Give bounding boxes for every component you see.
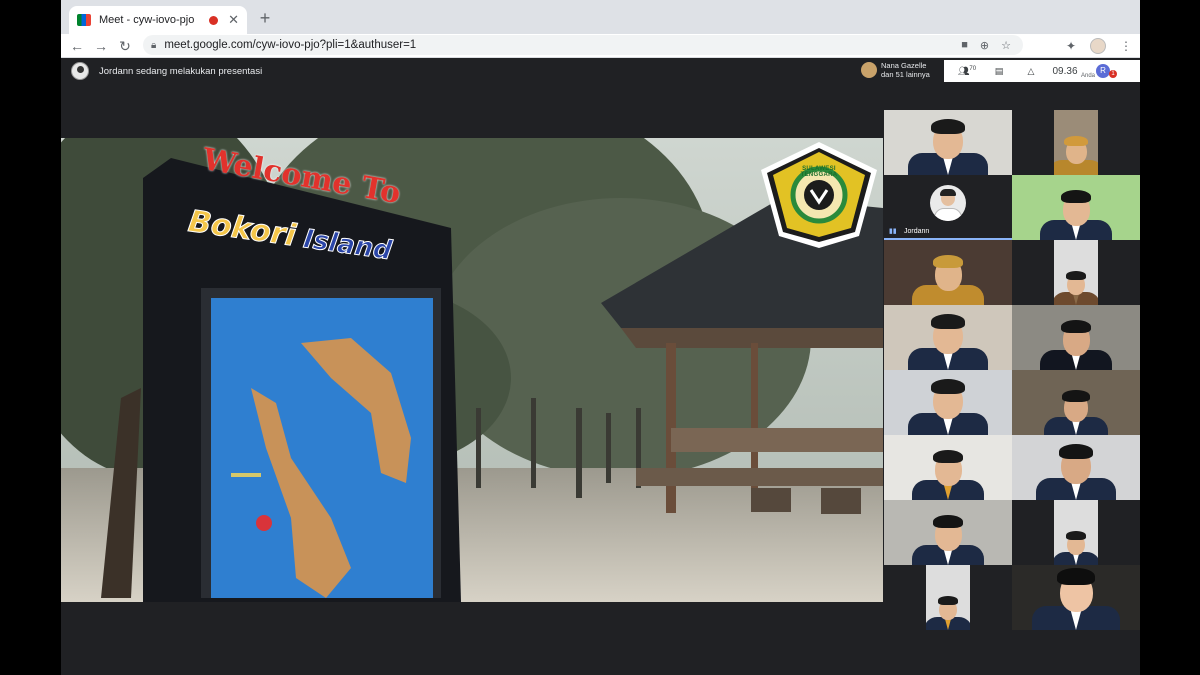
presenter-text: Jordann sedang melakukan presentasi — [99, 65, 263, 77]
participant-avatar — [930, 185, 966, 221]
recording-indicator-icon — [209, 15, 219, 25]
browser-window: Meet - cyw-iovo-pjo ✕ + ← → ↻ 🔒︎ meet.go… — [61, 0, 1140, 675]
participant-tile[interactable] — [1012, 175, 1140, 240]
tab-strip: Meet - cyw-iovo-pjo ✕ + — [61, 0, 1140, 34]
people-count: 70 — [969, 65, 977, 72]
map-label-bar — [231, 473, 261, 477]
participant-tile[interactable] — [1012, 435, 1140, 500]
people-icon: 👥︎ — [957, 65, 970, 76]
gazebo-bench — [636, 468, 883, 486]
participant-tile[interactable] — [884, 565, 1012, 630]
meet-header: Jordann sedang melakukan presentasi Nana… — [61, 58, 1140, 84]
participant-tile[interactable] — [884, 110, 1012, 175]
menu-icon[interactable]: ⋮ — [1120, 39, 1132, 53]
gazebo-block — [821, 488, 861, 514]
trunk — [531, 398, 536, 488]
people-button[interactable]: 👥︎70 — [954, 66, 980, 77]
participant-tile[interactable] — [1012, 305, 1140, 370]
participant-tile[interactable] — [1012, 565, 1140, 630]
gazebo-block — [751, 488, 791, 512]
lock-icon: 🔒︎ — [151, 39, 157, 51]
trunk — [576, 408, 582, 498]
participant-tile[interactable] — [1012, 110, 1140, 175]
trunk — [476, 408, 481, 488]
notification-badge: 1 — [1109, 70, 1117, 78]
logo-shield-icon — [761, 142, 877, 248]
presenter-info: Jordann sedang melakukan presentasi — [71, 62, 262, 80]
toolbar-right: ✦ ⋮ — [1052, 34, 1132, 58]
url-text[interactable]: meet.google.com/cyw-iovo-pjo?pli=1&authu… — [164, 39, 961, 51]
chat-button[interactable]: ▤ — [986, 66, 1012, 77]
presenter-avatar — [71, 62, 89, 80]
screen: Meet - cyw-iovo-pjo ✕ + ← → ↻ 🔒︎ meet.go… — [0, 0, 1200, 675]
joined-avatar — [861, 62, 877, 78]
you-button[interactable]: Anda R 1 — [1081, 64, 1117, 79]
camera-icon[interactable]: ■ — [961, 39, 968, 51]
you-avatar: R — [1096, 64, 1110, 78]
joined-text: Nana Gazelle dan 51 lainnya — [881, 61, 930, 79]
back-arrow-icon[interactable]: ← — [65, 35, 89, 57]
browser-toolbar: ← → ↻ 🔒︎ meet.google.com/cyw-iovo-pjo?pl… — [61, 34, 1140, 58]
zoom-icon[interactable]: ⊕ — [980, 39, 989, 52]
participant-tile[interactable] — [884, 370, 1012, 435]
you-label: Anda — [1081, 73, 1096, 79]
participant-tile[interactable] — [884, 500, 1012, 565]
participant-tile[interactable] — [884, 240, 1012, 305]
trunk — [606, 413, 611, 483]
participant-tile[interactable] — [1012, 370, 1140, 435]
tab-title: Meet - cyw-iovo-pjo — [99, 14, 195, 26]
participant-tile[interactable]: ▮▮ Jordann — [884, 175, 1012, 240]
joined-others: dan 51 lainnya — [881, 70, 930, 79]
close-tab-icon[interactable]: ✕ — [228, 12, 239, 28]
participant-video — [1054, 500, 1098, 565]
meet-controls: 👥︎70 ▤ △ 09.36 Anda R 1 — [944, 60, 1140, 82]
star-icon[interactable]: ☆ — [1001, 39, 1011, 52]
address-bar[interactable]: 🔒︎ meet.google.com/cyw-iovo-pjo?pli=1&au… — [143, 35, 1023, 55]
joined-name: Nana Gazelle — [881, 61, 927, 70]
participant-tile[interactable] — [1012, 500, 1140, 565]
extensions-icon[interactable]: ✦ — [1066, 39, 1076, 53]
forward-arrow-icon[interactable]: → — [89, 35, 113, 57]
gazebo-railing — [671, 428, 883, 452]
participant-tile[interactable] — [884, 435, 1012, 500]
activities-button[interactable]: △ — [1018, 66, 1044, 77]
speaking-indicator-icon: ▮▮ — [889, 228, 897, 235]
reload-icon[interactable]: ↻ — [113, 35, 137, 57]
map-marker — [256, 515, 272, 531]
participant-tile[interactable] — [1012, 240, 1140, 305]
meet-favicon-icon — [77, 14, 91, 26]
join-notification: Nana Gazelle dan 51 lainnya — [861, 61, 930, 79]
participant-video — [1054, 240, 1098, 305]
chat-icon: ▤ — [994, 65, 1004, 76]
participant-video — [926, 565, 970, 630]
new-tab-button[interactable]: + — [253, 6, 277, 30]
clock-display: 09.36 — [1052, 65, 1078, 77]
participant-name: Jordann — [904, 228, 930, 235]
sulawesi-tenggara-logo: SULAWESI TENGGARA — [759, 140, 879, 250]
profile-icon[interactable] — [1090, 38, 1106, 54]
participant-video — [1054, 110, 1098, 175]
participant-grid: ▮▮ Jordann — [884, 110, 1140, 631]
browser-tab[interactable]: Meet - cyw-iovo-pjo ✕ — [69, 6, 247, 34]
logo-text: SULAWESI TENGGARA — [800, 166, 838, 178]
presentation-view: Welcome To Bokori Island SULAWESI TENGGA… — [61, 138, 883, 602]
participant-tile[interactable] — [884, 305, 1012, 370]
activities-icon: △ — [1027, 65, 1035, 76]
